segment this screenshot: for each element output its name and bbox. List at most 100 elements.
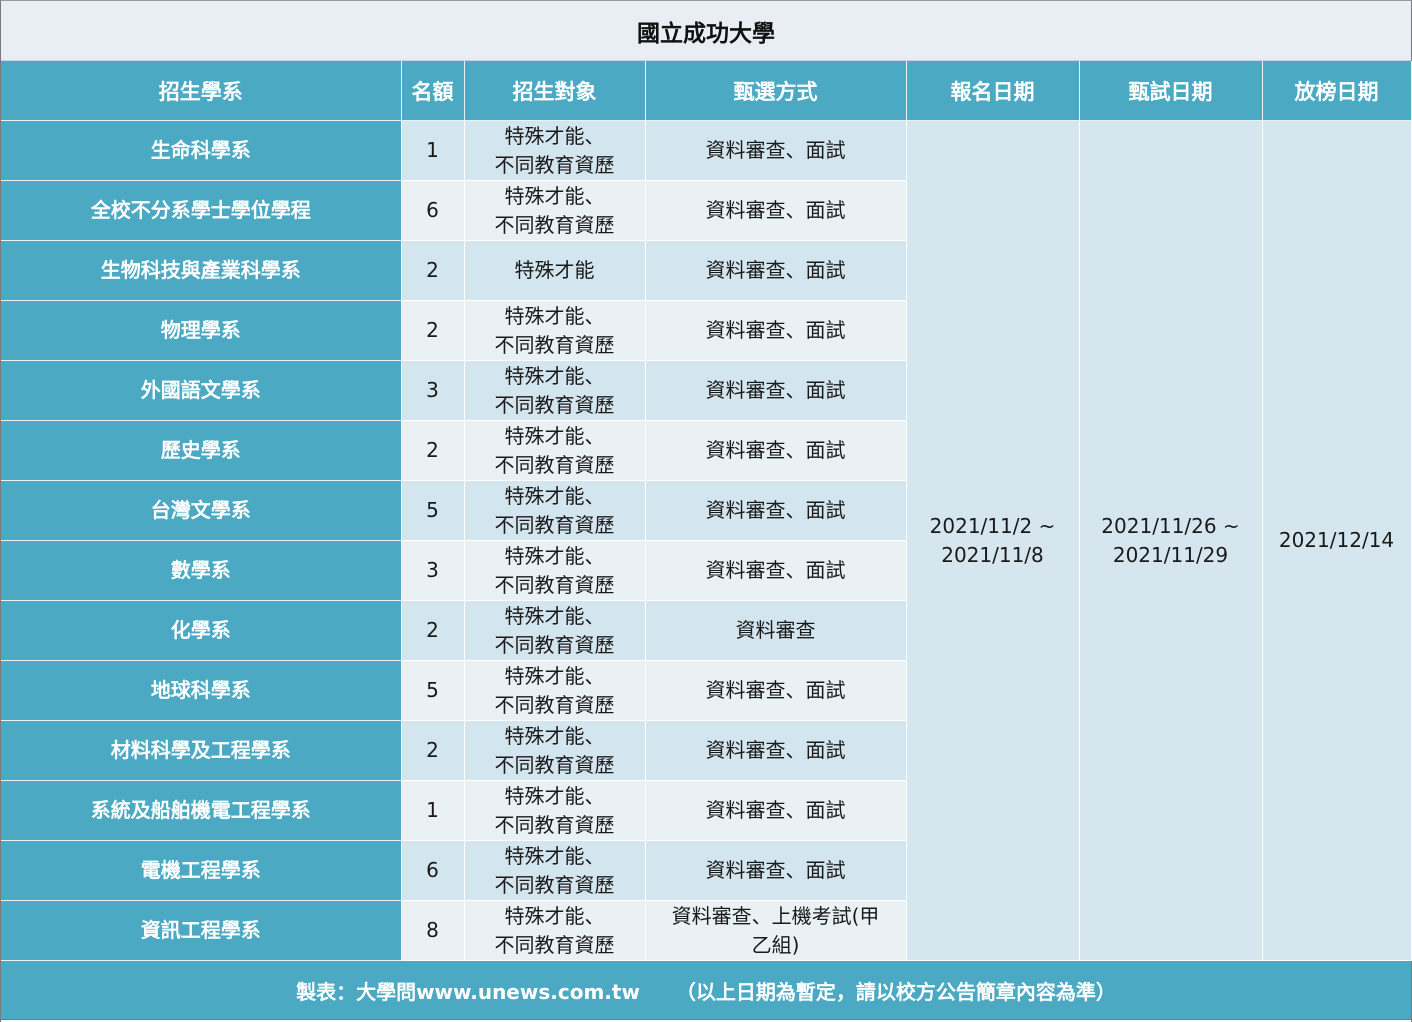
quota-cell: 2 bbox=[401, 420, 465, 481]
quota-cell: 3 bbox=[401, 360, 465, 421]
department-cell: 歷史學系 bbox=[1, 420, 402, 481]
department-cell: 生物科技與產業科學系 bbox=[1, 240, 402, 301]
method-line: 資料審查、面試 bbox=[705, 738, 846, 762]
method-cell: 資料審查、面試 bbox=[645, 120, 907, 181]
table-row: 生命科學系 1 特殊才能、 不同教育資歷 資料審查、面試 2021/11/2 ~2021/… bbox=[1, 120, 1412, 961]
department-cell: 全校不分系學士學位學程 bbox=[1, 180, 402, 241]
table-title: 國立成功大學 bbox=[1, 1, 1411, 61]
target-line: 特殊才能、 bbox=[504, 783, 605, 808]
target-line: 特殊才能、 bbox=[504, 543, 605, 568]
method-cell: 資料審查、面試 bbox=[645, 780, 907, 841]
method-line: 資料審查、面試 bbox=[705, 138, 846, 162]
target-line: 特殊才能、 bbox=[504, 183, 605, 208]
target-cell: 特殊才能、不同教育資歷 bbox=[464, 300, 646, 361]
target-line: 特殊才能、 bbox=[504, 423, 605, 448]
release-date-cell: 2021/12/14 bbox=[1262, 120, 1412, 961]
quota-cell: 5 bbox=[401, 480, 465, 541]
method-cell: 資料審查、面試 bbox=[645, 660, 907, 721]
target-cell: 特殊才能、 不同教育資歷 bbox=[464, 840, 646, 901]
quota-cell: 5 bbox=[401, 660, 465, 721]
method-cell: 資料審查、面試 bbox=[645, 180, 907, 241]
method-line: 資料審查、面試 bbox=[705, 438, 846, 462]
quota-cell: 2 bbox=[401, 240, 465, 301]
target-line: 不同教育資歷 bbox=[494, 572, 615, 597]
header-row: 招生學系 名額 招生對象 甄選方式 報名日期 甄試日期 放榜日期 bbox=[1, 61, 1412, 121]
target-cell: 特殊才能、不同教育資歷 bbox=[464, 360, 646, 421]
header-method: 甄選方式 bbox=[645, 61, 907, 121]
target-cell: 特殊才能、不同教育資歷 bbox=[464, 120, 646, 181]
target-line: 特殊才能 bbox=[514, 258, 595, 282]
department-cell: 物理學系 bbox=[1, 300, 402, 361]
method-line: 資料審查 bbox=[735, 618, 816, 642]
quota-cell: 6 bbox=[401, 840, 465, 901]
target-line: 不同教育資歷 bbox=[494, 512, 615, 537]
target-line: 不同教育資歷 bbox=[494, 332, 615, 357]
target-cell: 特殊才能、不同教育資歷 bbox=[464, 600, 646, 661]
method-cell: 資料審查、面試 bbox=[645, 300, 907, 361]
department-cell: 材料科學及工程學系 bbox=[1, 720, 402, 781]
quota-cell: 2 bbox=[401, 600, 465, 661]
release-date: 2021/12/14 bbox=[1278, 528, 1395, 552]
target-line: 不同教育資歷 bbox=[494, 692, 615, 717]
target-line: 特殊才能、 bbox=[504, 603, 605, 628]
method-line: 資料審查、面試 bbox=[705, 378, 846, 402]
target-cell: 特殊才能、 不同教育資歷 bbox=[464, 420, 646, 481]
header-target: 招生對象 bbox=[464, 61, 646, 121]
department-cell: 數學系 bbox=[1, 540, 402, 601]
method-line: 資料審查、面試 bbox=[705, 498, 846, 522]
method-line: 資料審查、上機考試(甲 bbox=[671, 903, 880, 928]
method-line: 乙組) bbox=[751, 932, 800, 957]
method-cell: 資料審查、面試 bbox=[645, 480, 907, 541]
department-cell: 電機工程學系 bbox=[1, 840, 402, 901]
exam-date-end: 2021/11/29 bbox=[1112, 542, 1229, 567]
register-date-end: 2021/11/8 bbox=[941, 542, 1044, 567]
method-cell: 資料審查、面試 bbox=[645, 240, 907, 301]
target-line: 特殊才能、 bbox=[504, 903, 605, 928]
admission-table-sheet: 國立成功大學 招生學系 名額 招生對象 甄選方式 報名日期 甄試日期 放榜日期 … bbox=[0, 0, 1412, 1022]
target-line: 不同教育資歷 bbox=[494, 632, 615, 657]
target-cell: 特殊才能 bbox=[464, 240, 646, 301]
register-date-cell: 2021/11/2 ~ 2021/11/8 bbox=[906, 120, 1080, 961]
register-date-start: 2021/11/2 ~ bbox=[929, 513, 1056, 538]
target-line: 特殊才能、 bbox=[504, 303, 605, 328]
target-cell: 特殊才能、不同教育資歷 bbox=[464, 900, 646, 961]
target-cell: 特殊才能、 不同教育資歷 bbox=[464, 180, 646, 241]
target-line: 特殊才能、 bbox=[504, 363, 605, 388]
quota-cell: 3 bbox=[401, 540, 465, 601]
method-cell: 資料審查、面試 bbox=[645, 420, 907, 481]
admission-table: 招生學系 名額 招生對象 甄選方式 報名日期 甄試日期 放榜日期 生命科學系 1 特… bbox=[1, 61, 1412, 961]
table-body: 生命科學系 1 特殊才能、 不同教育資歷 資料審查、面試 2021/11/2 ~2021/… bbox=[1, 120, 1412, 961]
method-cell: 資料審查 bbox=[645, 600, 907, 661]
quota-cell: 6 bbox=[401, 180, 465, 241]
target-cell: 特殊才能、 不同教育資歷 bbox=[464, 660, 646, 721]
target-line: 特殊才能、 bbox=[504, 123, 605, 148]
department-cell: 化學系 bbox=[1, 600, 402, 661]
target-line: 不同教育資歷 bbox=[494, 752, 615, 777]
method-line: 資料審查、面試 bbox=[705, 558, 846, 582]
footer-note: （以上日期為暫定，請以校方公告簡章內容為準） bbox=[675, 979, 1116, 1004]
department-cell: 地球科學系 bbox=[1, 660, 402, 721]
method-cell: 資料審查、面試 bbox=[645, 360, 907, 421]
department-cell: 外國語文學系 bbox=[1, 360, 402, 421]
department-cell: 生命科學系 bbox=[1, 120, 402, 181]
target-line: 特殊才能、 bbox=[504, 483, 605, 508]
department-cell: 資訊工程學系 bbox=[1, 900, 402, 961]
target-cell: 特殊才能、不同教育資歷 bbox=[464, 540, 646, 601]
method-cell: 資料審查、面試 bbox=[645, 720, 907, 781]
exam-date-start: 2021/11/26 ~ bbox=[1101, 513, 1240, 538]
table-footer: 製表：大學問www.unews.com.tw （以上日期為暫定，請以校方公告簡章… bbox=[1, 961, 1411, 1020]
target-line: 不同教育資歷 bbox=[494, 152, 615, 177]
footer-credit: 製表：大學問www.unews.com.tw bbox=[296, 979, 640, 1004]
target-line: 不同教育資歷 bbox=[494, 932, 615, 957]
department-cell: 台灣文學系 bbox=[1, 480, 402, 541]
exam-date-cell: 2021/11/26 ~ 2021/11/29 bbox=[1079, 120, 1263, 961]
method-line: 資料審查、面試 bbox=[705, 858, 846, 882]
quota-cell: 2 bbox=[401, 720, 465, 781]
header-exam-date: 甄試日期 bbox=[1079, 61, 1263, 121]
target-line: 不同教育資歷 bbox=[494, 392, 615, 417]
method-cell: 資料審查、面試 bbox=[645, 540, 907, 601]
method-cell: 資料審查、面試 bbox=[645, 840, 907, 901]
quota-cell: 2 bbox=[401, 300, 465, 361]
department-cell: 系統及船舶機電工程學系 bbox=[1, 780, 402, 841]
target-cell: 特殊才能、 不同教育資歷 bbox=[464, 780, 646, 841]
